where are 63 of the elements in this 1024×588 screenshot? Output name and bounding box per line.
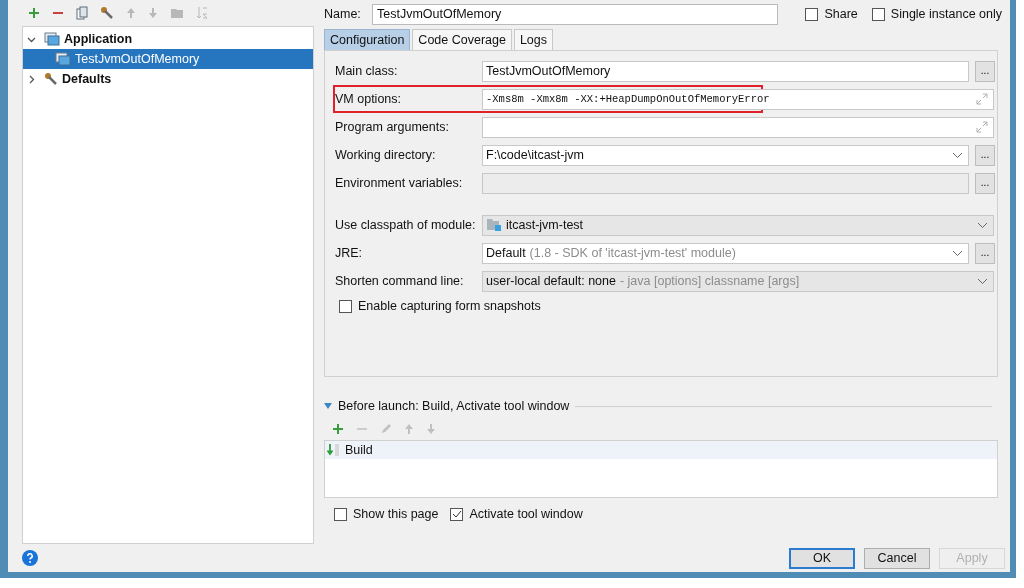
checkbox[interactable]	[334, 507, 347, 521]
browse-button[interactable]: ...	[975, 242, 995, 264]
field-label: Shorten command line:	[335, 274, 465, 288]
tree-item[interactable]: Application	[23, 29, 313, 49]
help-icon[interactable]	[22, 550, 38, 566]
dropdown-icon[interactable]	[977, 221, 988, 229]
field-label: Use classpath of module:	[335, 218, 477, 232]
expand-icon[interactable]	[976, 93, 988, 105]
task-item[interactable]: Build	[325, 441, 997, 459]
dialog-button[interactable]: OK	[789, 547, 855, 569]
window-icon	[44, 32, 60, 46]
checkbox-label: Activate tool window	[469, 507, 583, 521]
checkbox[interactable]	[805, 7, 819, 21]
input-field[interactable]: F:\code\itcast-jvm	[482, 144, 969, 166]
browse-button[interactable]: ...	[975, 172, 995, 194]
field-label: Program arguments:	[335, 120, 450, 134]
wrench-icon	[44, 72, 58, 86]
checkbox[interactable]	[450, 507, 464, 521]
dropdown-field[interactable]: user-local default: none - java [options] classname [args]	[482, 270, 994, 292]
field-label: Environment variables:	[335, 176, 464, 190]
input-field[interactable]	[482, 116, 994, 138]
tab[interactable]: Configuration	[324, 29, 411, 50]
tree-item[interactable]: TestJvmOutOfMemory	[23, 49, 313, 69]
checkbox-label: Single instance only	[890, 7, 1002, 21]
tab[interactable]: Code Coverage	[412, 29, 512, 50]
add-icon[interactable]	[332, 423, 344, 435]
module-icon	[486, 218, 502, 232]
wrench-icon[interactable]	[100, 6, 114, 20]
collapse-triangle-icon[interactable]	[324, 403, 332, 409]
add-icon[interactable]	[28, 7, 40, 19]
checkbox-label: Show this page	[353, 507, 439, 521]
arrow-down-icon[interactable]	[148, 7, 158, 19]
checkbox[interactable]	[339, 299, 352, 313]
name-field[interactable]: TestJvmOutOfMemory	[372, 3, 778, 25]
field-label: Main class:	[335, 64, 399, 78]
field-label: Working directory:	[335, 148, 437, 162]
build-icon	[327, 443, 341, 457]
section-title[interactable]: Before launch: Build, Activate tool window	[338, 399, 570, 413]
tab[interactable]: Logs	[513, 29, 554, 50]
checkbox[interactable]	[871, 7, 885, 21]
tree-item[interactable]: Defaults	[23, 69, 313, 89]
browse-button[interactable]: ...	[975, 144, 995, 166]
dropdown-field[interactable]: itcast-jvm-test	[482, 214, 994, 236]
copy-icon[interactable]	[76, 6, 88, 20]
dropdown-icon[interactable]	[952, 151, 963, 159]
name-label: Name:	[324, 7, 362, 21]
folder-icon[interactable]	[170, 7, 184, 19]
checkbox-label: Enable capturing form snapshots	[358, 299, 541, 313]
browse-button[interactable]: ...	[975, 60, 995, 82]
dropdown-icon[interactable]	[952, 249, 963, 257]
arrow-up-icon[interactable]	[126, 7, 136, 19]
dialog-button[interactable]: Cancel	[864, 547, 930, 569]
chevron-icon[interactable]	[27, 74, 36, 84]
input-field[interactable]: -Xms8m -Xmx8m -XX:+HeapDumpOnOutOfMemoryError	[482, 88, 994, 110]
checkbox-label: Share	[824, 7, 858, 21]
dropdown-icon[interactable]	[977, 277, 988, 285]
dropdown-field[interactable]: Default (1.8 - SDK of 'itcast-jvm-test' module)	[482, 242, 969, 264]
input-field[interactable]: TestJvmOutOfMemory	[482, 60, 969, 82]
field-label: JRE:	[335, 246, 364, 260]
window-icon	[55, 52, 71, 66]
expand-icon[interactable]	[976, 121, 988, 133]
field-label: VM options:	[335, 92, 402, 106]
sort-icon[interactable]	[196, 6, 208, 20]
